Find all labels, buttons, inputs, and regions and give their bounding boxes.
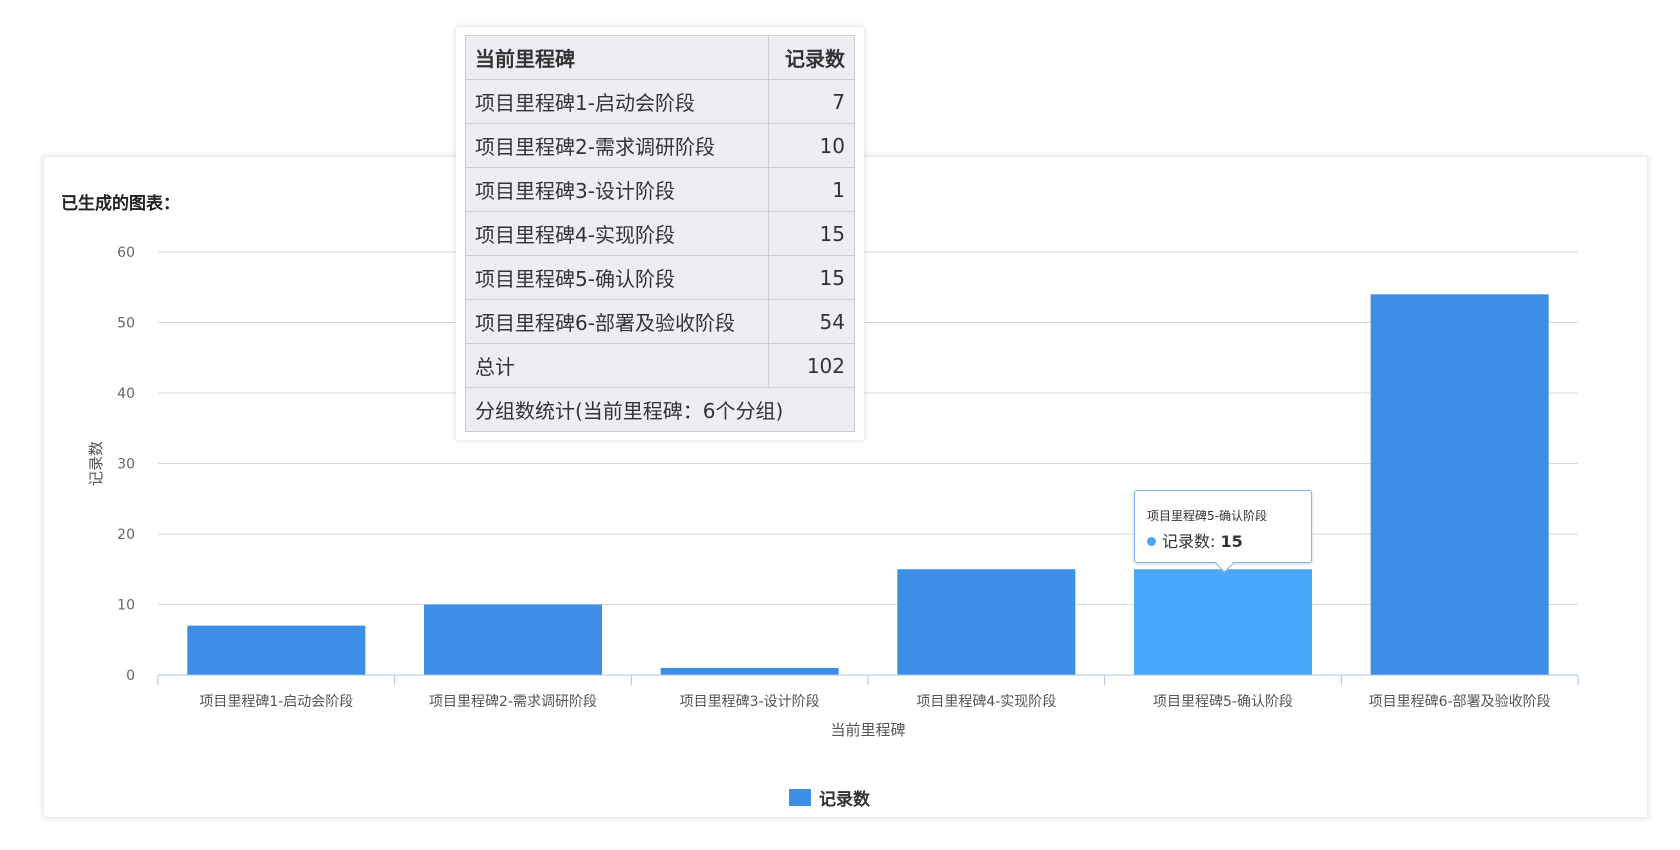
stats-cell-value: 10: [768, 123, 855, 168]
stats-cell-value: 54: [768, 299, 855, 344]
bars: [187, 294, 1549, 676]
x-tick-label: 项目里程碑4-实现阶段: [916, 694, 1056, 710]
bar-tooltip: 项目里程碑5-确认阶段 记录数: 15: [1134, 490, 1312, 573]
grid-lines: [158, 251, 1578, 605]
stats-total-label: 总计: [464, 343, 770, 388]
tooltip-title: 项目里程碑5-确认阶段: [1147, 509, 1267, 523]
stats-footer: 分组数统计(当前里程碑：6个分组): [465, 387, 855, 432]
stats-cell-value: 15: [768, 255, 855, 300]
stats-cell-label: 项目里程碑2-需求调研阶段: [464, 123, 770, 168]
y-axis-ticks: 0 10 20 30 40 50 60: [117, 245, 135, 684]
table-row: 项目里程碑5-确认阶段 15: [464, 255, 855, 300]
stats-header-row: 当前里程碑 记录数: [464, 35, 855, 80]
x-axis-title: 当前里程碑: [830, 721, 905, 739]
legend-swatch: [789, 789, 811, 806]
series-dot-icon: [1147, 537, 1156, 546]
stats-cell-value: 7: [768, 79, 855, 124]
x-tick-label: 项目里程碑3-设计阶段: [680, 694, 820, 710]
x-tick-label: 项目里程碑6-部署及验收阶段: [1369, 694, 1551, 710]
y-tick-label: 30: [117, 457, 135, 473]
stats-cell-label: 项目里程碑4-实现阶段: [464, 211, 770, 256]
bar[interactable]: [1370, 294, 1549, 675]
tooltip-value: 15: [1220, 532, 1243, 551]
stats-popup: 当前里程碑 记录数 项目里程碑1-启动会阶段 7 项目里程碑2-需求调研阶段 1…: [456, 27, 864, 440]
x-tick-label: 项目里程碑1-启动会阶段: [199, 694, 353, 710]
legend[interactable]: 记录数: [789, 785, 870, 810]
bar[interactable]: [187, 625, 366, 675]
y-axis-title: 记录数: [87, 441, 105, 486]
stats-header-count: 记录数: [768, 35, 855, 80]
stats-cell-label: 项目里程碑1-启动会阶段: [464, 79, 770, 124]
stats-cell-label: 项目里程碑3-设计阶段: [464, 167, 770, 212]
table-row: 项目里程碑1-启动会阶段 7: [464, 79, 855, 124]
y-tick-label: 40: [117, 386, 135, 402]
y-tick-label: 0: [126, 668, 135, 684]
bar[interactable]: [897, 569, 1076, 675]
stats-footer-row: 分组数统计(当前里程碑：6个分组): [465, 387, 855, 432]
tooltip-row: 记录数: 15: [1147, 528, 1311, 552]
stats-table: 当前里程碑 记录数 项目里程碑1-启动会阶段 7 项目里程碑2-需求调研阶段 1…: [464, 35, 855, 432]
tooltip-series-label: 记录数:: [1162, 532, 1221, 551]
stats-cell-value: 1: [768, 167, 855, 212]
y-tick-label: 20: [117, 527, 135, 543]
stats-cell-label: 项目里程碑5-确认阶段: [464, 255, 770, 300]
table-row: 项目里程碑6-部署及验收阶段 54: [464, 299, 855, 344]
stats-total-row: 总计 102: [464, 343, 855, 388]
x-tick-label: 项目里程碑5-确认阶段: [1153, 694, 1293, 710]
bar[interactable]: [1134, 569, 1312, 675]
stats-total-value: 102: [768, 343, 855, 388]
stats-cell-label: 项目里程碑6-部署及验收阶段: [464, 299, 770, 344]
bar[interactable]: [424, 604, 602, 676]
bar[interactable]: [660, 667, 839, 675]
table-row: 项目里程碑3-设计阶段 1: [464, 167, 855, 212]
y-tick-label: 10: [117, 598, 135, 614]
x-tick-label: 项目里程碑2-需求调研阶段: [429, 694, 597, 710]
table-row: 项目里程碑2-需求调研阶段 10: [464, 123, 855, 168]
stats-cell-value: 15: [768, 211, 855, 256]
stats-header-milestone: 当前里程碑: [464, 35, 770, 80]
x-axis: 项目里程碑1-启动会阶段 项目里程碑2-需求调研阶段 项目里程碑3-设计阶段 项目里程…: [157, 674, 1579, 710]
legend-label: 记录数: [819, 790, 870, 810]
table-row: 项目里程碑4-实现阶段 15: [464, 211, 855, 256]
y-tick-label: 60: [117, 245, 135, 261]
y-tick-label: 50: [117, 316, 135, 332]
